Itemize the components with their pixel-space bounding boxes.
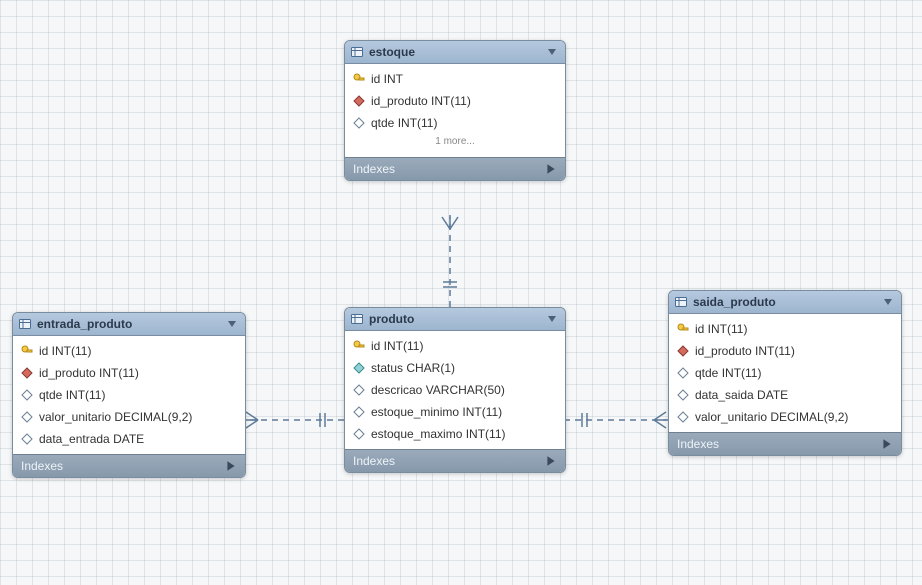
column-text: valor_unitario DECIMAL(9,2) [695,410,848,424]
foreign-key-icon [353,95,365,107]
entity-columns: id INT(11) id_produto INT(11) qtde INT(1… [669,314,901,432]
field-icon [353,406,365,418]
table-icon [351,313,363,325]
column-row[interactable]: valor_unitario DECIMAL(9,2) [669,406,901,428]
indexes-label: Indexes [353,454,395,468]
column-row[interactable]: id INT [345,68,565,90]
field-icon [353,117,365,129]
column-text: id INT(11) [371,339,423,353]
column-row[interactable]: estoque_minimo INT(11) [345,401,565,423]
field-icon [677,367,689,379]
column-row[interactable]: data_entrada DATE [13,428,245,450]
rel-produto-entrada [244,412,344,428]
entity-columns: id INT id_produto INT(11) qtde INT(11) 1… [345,64,565,157]
column-row[interactable]: id_produto INT(11) [345,90,565,112]
entity-name: estoque [369,45,415,59]
key-icon [353,340,365,352]
entity-estoque[interactable]: estoque id INT id_produto INT(11) qtde I… [344,40,566,181]
field-icon [21,433,33,445]
more-columns-label[interactable]: 1 more... [345,134,565,153]
column-text: data_entrada DATE [39,432,144,446]
field-icon [353,384,365,396]
entity-entrada-produto[interactable]: entrada_produto id INT(11) id_produto IN… [12,312,246,478]
column-text: valor_unitario DECIMAL(9,2) [39,410,192,424]
column-row[interactable]: qtde INT(11) [345,112,565,134]
column-text: qtde INT(11) [371,116,437,130]
collapse-icon[interactable] [547,313,559,325]
column-row[interactable]: descricao VARCHAR(50) [345,379,565,401]
column-text: id INT [371,72,403,86]
foreign-key-icon [677,345,689,357]
entity-produto[interactable]: produto id INT(11) status CHAR(1) descri… [344,307,566,473]
column-text: id INT(11) [695,322,747,336]
column-row[interactable]: estoque_maximo INT(11) [345,423,565,445]
expand-icon[interactable] [881,438,893,450]
collapse-icon[interactable] [547,46,559,58]
collapse-icon[interactable] [227,318,239,330]
entity-columns: id INT(11) id_produto INT(11) qtde INT(1… [13,336,245,454]
entity-saida-produto[interactable]: saida_produto id INT(11) id_produto INT(… [668,290,902,456]
indexes-section[interactable]: Indexes [345,157,565,180]
field-icon [677,389,689,401]
expand-icon[interactable] [545,455,557,467]
key-icon [21,345,33,357]
entity-titlebar[interactable]: saida_produto [669,291,901,314]
attribute-icon [353,362,365,374]
entity-name: produto [369,312,414,326]
column-text: qtde INT(11) [39,388,105,402]
entity-name: entrada_produto [37,317,132,331]
table-icon [19,318,31,330]
column-text: qtde INT(11) [695,366,761,380]
indexes-label: Indexes [677,437,719,451]
column-text: id INT(11) [39,344,91,358]
column-text: status CHAR(1) [371,361,455,375]
column-text: id_produto INT(11) [39,366,139,380]
column-row[interactable]: valor_unitario DECIMAL(9,2) [13,406,245,428]
indexes-label: Indexes [353,162,395,176]
entity-titlebar[interactable]: estoque [345,41,565,64]
indexes-label: Indexes [21,459,63,473]
er-diagram-canvas[interactable]: estoque id INT id_produto INT(11) qtde I… [0,0,922,585]
rel-produto-saida [564,412,668,428]
field-icon [677,411,689,423]
entity-columns: id INT(11) status CHAR(1) descricao VARC… [345,331,565,449]
indexes-section[interactable]: Indexes [13,454,245,477]
table-icon [351,46,363,58]
column-text: data_saida DATE [695,388,788,402]
expand-icon[interactable] [545,163,557,175]
column-row[interactable]: qtde INT(11) [13,384,245,406]
key-icon [353,73,365,85]
column-row[interactable]: id_produto INT(11) [669,340,901,362]
column-row[interactable]: id INT(11) [345,335,565,357]
rel-produto-estoque [442,215,458,307]
column-row[interactable]: id INT(11) [669,318,901,340]
key-icon [677,323,689,335]
column-row[interactable]: id INT(11) [13,340,245,362]
indexes-section[interactable]: Indexes [345,449,565,472]
column-row[interactable]: id_produto INT(11) [13,362,245,384]
column-text: estoque_minimo INT(11) [371,405,502,419]
column-text: id_produto INT(11) [695,344,795,358]
indexes-section[interactable]: Indexes [669,432,901,455]
entity-titlebar[interactable]: produto [345,308,565,331]
column-text: id_produto INT(11) [371,94,471,108]
column-text: descricao VARCHAR(50) [371,383,505,397]
field-icon [21,411,33,423]
expand-icon[interactable] [225,460,237,472]
entity-name: saida_produto [693,295,776,309]
column-text: estoque_maximo INT(11) [371,427,506,441]
column-row[interactable]: data_saida DATE [669,384,901,406]
foreign-key-icon [21,367,33,379]
column-row[interactable]: qtde INT(11) [669,362,901,384]
entity-titlebar[interactable]: entrada_produto [13,313,245,336]
column-row[interactable]: status CHAR(1) [345,357,565,379]
field-icon [21,389,33,401]
field-icon [353,428,365,440]
table-icon [675,296,687,308]
collapse-icon[interactable] [883,296,895,308]
